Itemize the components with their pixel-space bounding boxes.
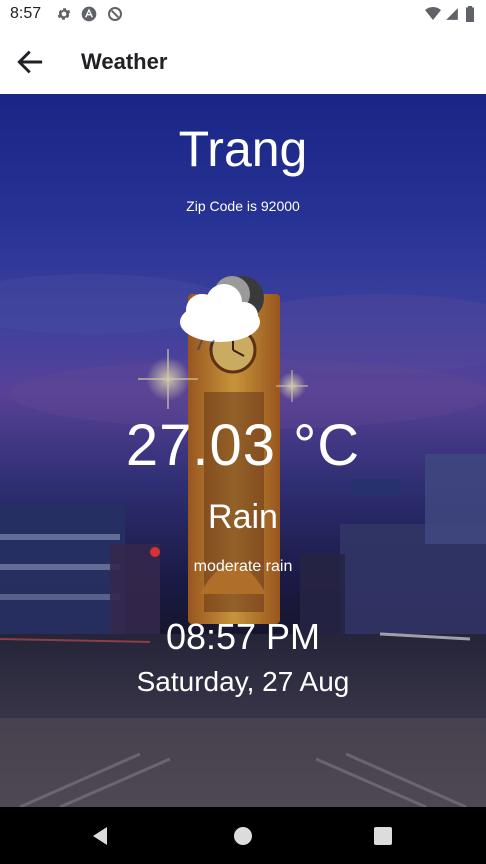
arrow-back-icon[interactable] — [14, 46, 46, 78]
battery-icon — [466, 6, 474, 22]
weather-condition: Rain — [208, 498, 278, 536]
signal-icon — [446, 8, 458, 20]
page-title: Weather — [81, 49, 168, 74]
sync-icon — [108, 7, 122, 21]
a-icon — [81, 6, 97, 22]
city-name: Trang — [178, 121, 308, 177]
weather-panel: Trang Zip Code is 92000 27.03 °C Rain mo… — [0, 94, 486, 807]
zip-code: Zip Code is 92000 — [186, 198, 300, 214]
system-nav-bar — [0, 807, 486, 864]
cloudy-night-rain-icon — [180, 276, 264, 351]
weather-description: moderate rain — [193, 558, 293, 575]
local-date: Saturday, 27 Aug — [136, 666, 350, 697]
status-bar: 8:57 — [0, 0, 486, 30]
wifi-icon — [425, 7, 441, 20]
temperature: 27.03 °C — [125, 413, 361, 478]
gear-icon — [57, 8, 71, 20]
status-time: 8:57 — [10, 5, 42, 22]
local-time: 08:57 PM — [165, 616, 321, 657]
app-bar: Weather — [0, 30, 486, 94]
nav-home-icon[interactable] — [231, 824, 255, 848]
nav-back-icon[interactable] — [89, 824, 113, 848]
nav-recents-icon[interactable] — [371, 824, 395, 848]
